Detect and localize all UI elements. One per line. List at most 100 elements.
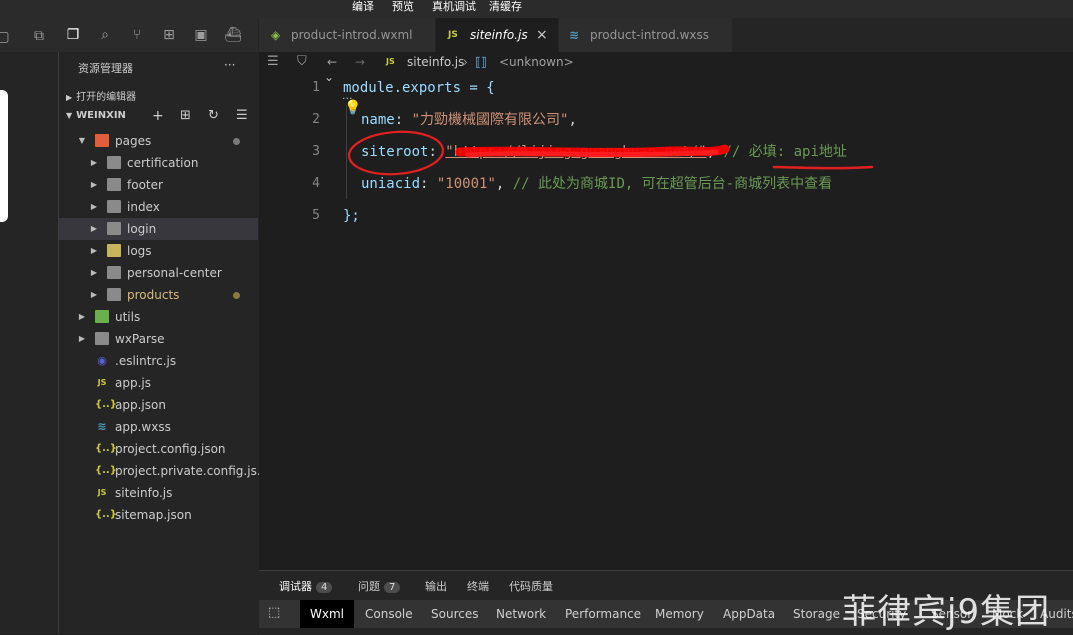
watermark: 菲律宾j9集团 <box>842 592 1051 632</box>
tree-item-eslintrc-js[interactable]: ◉ .eslintrc.js <box>59 350 258 372</box>
devtools-tab-console[interactable]: Console <box>365 600 413 628</box>
tree-item-app-json[interactable]: {..} app.json <box>59 394 258 416</box>
json-file-icon: {..} <box>95 443 117 454</box>
open-editors-section[interactable]: ▶ 打开的编辑器 <box>66 88 136 103</box>
folder-icon <box>107 288 121 301</box>
panel-tab-terminal[interactable]: 终端 <box>467 578 489 594</box>
inspect-element-icon[interactable]: ⬚ <box>268 605 280 620</box>
devtools-tab-network[interactable]: Network <box>496 600 546 628</box>
debug-icon[interactable]: ▣ <box>192 26 210 44</box>
restore-icon[interactable]: ⧉ <box>30 27 48 45</box>
window-icon[interactable]: ▢ <box>0 28 12 46</box>
explorer-more-icon[interactable]: ··· <box>224 58 235 72</box>
folder-icon <box>107 266 121 279</box>
chevron-right-icon: ▶ <box>90 224 98 233</box>
tree-item-products[interactable]: ▶ products <box>59 284 258 306</box>
tree-item-label: project.private.config.js... <box>115 464 269 478</box>
tree-item-label: footer <box>127 178 163 192</box>
tree-item-pages[interactable]: ▼ pages <box>59 130 258 152</box>
collapse-all-icon[interactable]: ☰ <box>236 108 248 123</box>
menu-clear-cache[interactable]: 清缓存 <box>489 0 522 14</box>
devtools-tab-memory[interactable]: Memory <box>655 600 704 628</box>
menu-preview[interactable]: 预览 <box>392 0 414 14</box>
tab-product-introd-wxss[interactable]: ≋ product-introd.wxss <box>559 18 733 52</box>
code-line-5[interactable]: }; <box>343 200 360 232</box>
debugger-count-badge: 4 <box>316 582 333 593</box>
chevron-right-icon: ▶ <box>78 312 86 321</box>
fold-chevron-icon[interactable]: ⌄ <box>324 70 334 84</box>
tree-item-project-private-config-js[interactable]: {..} project.private.config.js... <box>59 460 268 482</box>
tree-item-label: app.wxss <box>115 420 171 434</box>
tree-item-utils[interactable]: ▶ utils <box>59 306 258 328</box>
devtools-tab-wxml[interactable]: Wxml <box>300 600 354 628</box>
bookmark-icon[interactable]: ⛉ <box>297 52 307 72</box>
new-folder-icon[interactable]: ⊞ <box>180 108 191 123</box>
panel-tab-code-quality[interactable]: 代码质量 <box>509 578 553 594</box>
tree-item-footer[interactable]: ▶ footer <box>59 174 258 196</box>
close-tab-icon[interactable]: × <box>536 18 548 52</box>
breadcrumb-symbol[interactable]: <unknown> <box>499 52 574 72</box>
tree-item-label: wxParse <box>115 332 165 346</box>
tree-item-logs[interactable]: ▶ logs <box>59 240 258 262</box>
chevron-right-icon: ▶ <box>90 202 98 211</box>
panel-tab-problems[interactable]: 问题 7 <box>358 578 401 594</box>
tree-item-project-config-json[interactable]: {..} project.config.json <box>59 438 258 460</box>
devtools-tab-sources[interactable]: Sources <box>431 600 478 628</box>
tree-item-personal-center[interactable]: ▶ personal-center <box>59 262 258 284</box>
tree-item-label: login <box>127 222 157 236</box>
tree-item-label: app.js <box>115 376 151 390</box>
json-file-icon: {..} <box>95 509 117 520</box>
tree-item-sitemap-json[interactable]: {..} sitemap.json <box>59 504 258 526</box>
chevron-right-icon: ▶ <box>90 268 98 277</box>
js-file-icon: JS <box>97 488 107 497</box>
code-line-1[interactable]: module.exports = { <box>343 72 495 104</box>
refresh-icon[interactable]: ↻ <box>208 108 219 123</box>
devtools-tab-appdata[interactable]: AppData <box>723 600 775 628</box>
line-number: 3 <box>312 144 320 159</box>
folder-icon <box>107 200 121 213</box>
top-menu-bar: 编译 预览 真机调试 清缓存 <box>0 0 1073 18</box>
chevron-right-icon: ▶ <box>90 246 98 255</box>
panel-tab-debugger[interactable]: 调试器 4 <box>279 578 333 594</box>
tree-item-app-js[interactable]: JS app.js <box>59 372 258 394</box>
chevron-right-icon: › <box>463 55 468 69</box>
back-arrow-icon[interactable]: ← <box>327 52 337 72</box>
lightbulb-icon[interactable]: 💡 <box>344 100 361 116</box>
devtools-tab-storage[interactable]: Storage <box>793 600 840 628</box>
folder-utils-icon <box>95 310 109 323</box>
chevron-right-icon: ▶ <box>78 334 86 343</box>
tree-item-login[interactable]: ▶ login <box>59 218 258 240</box>
new-file-icon[interactable]: + <box>152 108 164 124</box>
tree-item-label: app.json <box>115 398 166 412</box>
folder-icon <box>95 332 109 345</box>
forward-arrow-icon[interactable]: → <box>355 52 365 72</box>
tree-item-label: .eslintrc.js <box>115 354 177 368</box>
extensions-icon[interactable]: ⊞ <box>160 26 178 44</box>
tree-item-app-wxss[interactable]: ≋ app.wxss <box>59 416 258 438</box>
search-icon[interactable]: ⌕ <box>96 26 114 44</box>
js-icon: JS <box>448 30 458 40</box>
tab-product-introd-wxml[interactable]: ◈ product-introd.wxml <box>259 18 436 52</box>
modified-dot <box>233 138 240 145</box>
files-icon[interactable]: ❐ <box>64 26 82 44</box>
list-icon[interactable]: ☰ <box>267 52 279 72</box>
js-icon: JS <box>386 57 395 66</box>
simulator-screen <box>0 90 8 222</box>
tree-item-index[interactable]: ▶ index <box>59 196 258 218</box>
folder-icon <box>107 222 121 235</box>
project-section[interactable]: ▼ WEINXIN <box>66 110 126 121</box>
menu-real-device-debug[interactable]: 真机调试 <box>432 0 476 14</box>
menu-compile[interactable]: 编译 <box>352 0 374 14</box>
explorer-title: 资源管理器 <box>78 62 133 75</box>
tab-siteinfo-js[interactable]: JS siteinfo.js × <box>436 18 559 52</box>
docker-icon[interactable]: ⛴ <box>224 26 242 44</box>
tree-item-label: index <box>127 200 160 214</box>
panel-tab-output[interactable]: 输出 <box>425 578 447 594</box>
tree-item-certification[interactable]: ▶ certification <box>59 152 258 174</box>
devtools-tab-performance[interactable]: Performance <box>565 600 641 628</box>
tree-item-siteinfo-js[interactable]: JS siteinfo.js <box>59 482 258 504</box>
chevron-down-icon: ▼ <box>66 111 73 120</box>
source-control-icon[interactable]: ⑂ <box>128 26 146 44</box>
breadcrumb-file[interactable]: siteinfo.js <box>407 52 464 72</box>
tree-item-wxparse[interactable]: ▶ wxParse <box>59 328 258 350</box>
